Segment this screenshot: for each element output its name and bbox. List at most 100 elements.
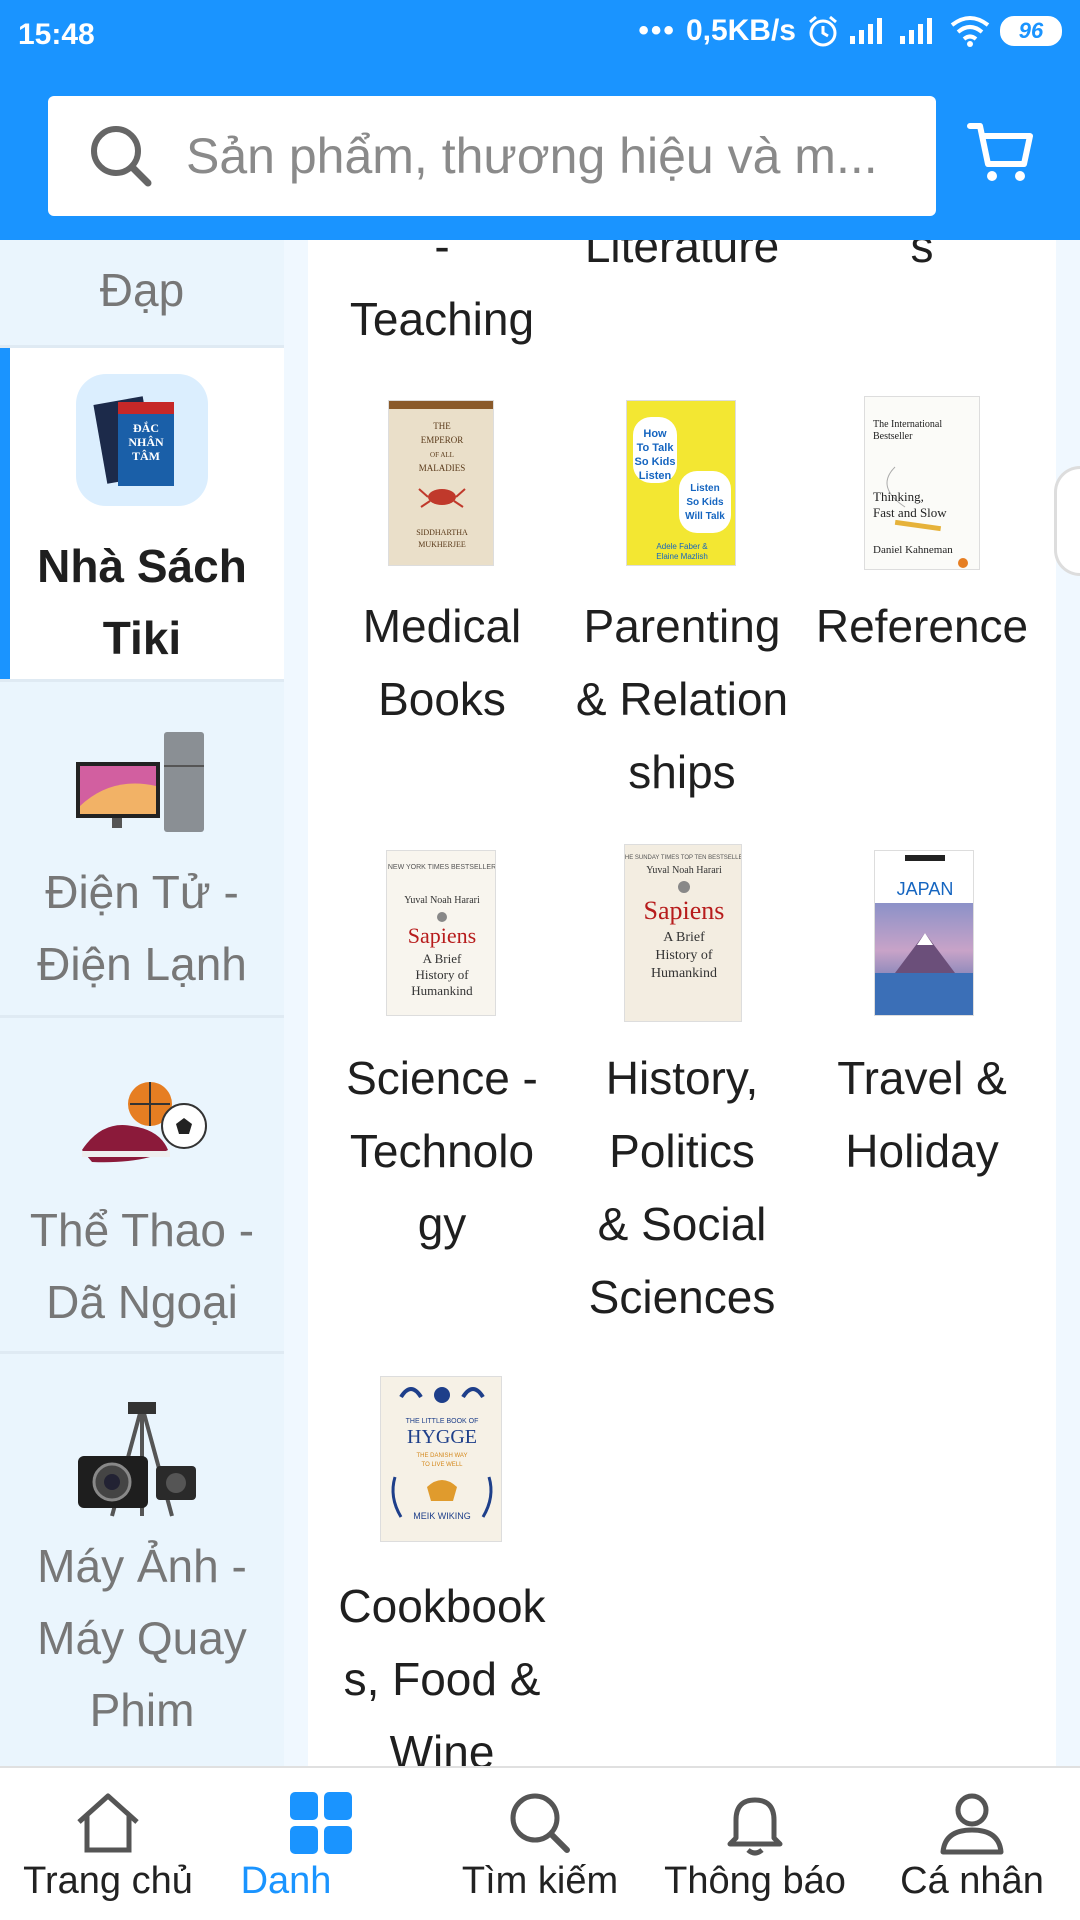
nav-label: Thông báo xyxy=(664,1860,846,1902)
svg-text:TO LIVE WELL: TO LIVE WELL xyxy=(422,1462,464,1468)
book-cover: THE LITTLE BOOK OF HYGGE THE DANISH WAY … xyxy=(380,1376,502,1542)
category-label: s, Food & xyxy=(343,1653,541,1705)
network-speed: 0,5KB/s xyxy=(685,14,796,47)
svg-text:THE DANISH WAY: THE DANISH WAY xyxy=(416,1453,467,1459)
app-header: 15:48 ••• 0,5KB/s 96 Sản phẩm, thương hi… xyxy=(0,0,1080,240)
category-item-teaching[interactable]: - Teaching xyxy=(322,240,562,356)
svg-text:THE LITTLE BOOK OF: THE LITTLE BOOK OF xyxy=(406,1418,479,1425)
nav-item-notifications[interactable]: Thông báo xyxy=(652,1768,858,1920)
book-cover: THE EMPEROR OF ALL MALADIES SIDDHARTHA M… xyxy=(388,400,494,566)
svg-text:SIDDHARTHA: SIDDHARTHA xyxy=(416,528,468,537)
svg-text:JAPAN: JAPAN xyxy=(897,879,954,899)
sidebar-item-the-thao[interactable]: Thể Thao - Dã Ngoại xyxy=(0,1018,284,1354)
search-icon xyxy=(91,126,152,187)
svg-text:The International: The International xyxy=(873,419,942,430)
sapiens-cover-art: NEW YORK TIMES BESTSELLER Yuval Noah Har… xyxy=(388,864,496,998)
category-label: Holiday xyxy=(845,1125,999,1177)
sidebar-item-label: Máy Quay xyxy=(37,1612,247,1664)
svg-text:Elaine Mazlish: Elaine Mazlish xyxy=(656,552,708,561)
svg-text:How: How xyxy=(643,428,667,440)
svg-text:NHÂN: NHÂN xyxy=(128,435,164,449)
sidebar-item-label: Phim xyxy=(89,1684,195,1736)
category-label: - xyxy=(434,240,450,272)
svg-text:Listen: Listen xyxy=(639,470,672,482)
nav-item-profile[interactable]: Cá nhân xyxy=(880,1768,1064,1920)
svg-text:Yuval Noah Harari: Yuval Noah Harari xyxy=(646,865,722,876)
status-icons: ••• 0,5KB/s 96 xyxy=(638,14,1062,48)
scroll-handle[interactable] xyxy=(1054,466,1080,576)
svg-text:Daniel Kahneman: Daniel Kahneman xyxy=(873,544,953,556)
sidebar-item-xe-dap[interactable]: Đạp xyxy=(0,240,284,348)
bottom-navigation: Trang chủ Danh Tìm kiếm Thông báo Cá nhâ… xyxy=(0,1766,1080,1920)
parenting-cover-art: How To Talk So Kids Listen Listen So Kid… xyxy=(633,417,731,561)
category-label: History, xyxy=(605,1052,759,1104)
category-label: Parenting xyxy=(583,600,781,652)
category-label: & Relation xyxy=(575,673,789,725)
category-label: Science - xyxy=(346,1052,538,1104)
category-sidebar[interactable]: Đạp ĐẮC NHÂN TÂM Nhà Sách Tiki Điện Tử -… xyxy=(0,240,284,1766)
sidebar-item-label: Dã Ngoại xyxy=(46,1276,238,1328)
hygge-cover-art: THE LITTLE BOOK OF HYGGE THE DANISH WAY … xyxy=(391,1387,493,1521)
nav-label: Tìm kiếm xyxy=(461,1860,619,1902)
nav-item-search[interactable]: Tìm kiếm xyxy=(440,1768,640,1920)
search-placeholder: Sản phẩm, thương hiệu và m... xyxy=(186,128,878,184)
book-cover: The International Bestseller Thinking, F… xyxy=(864,396,980,570)
nav-label: Trang chủ xyxy=(23,1860,193,1902)
nav-item-home[interactable]: Trang chủ xyxy=(0,1768,216,1920)
svg-text:A Brief: A Brief xyxy=(423,951,462,966)
book-cover: JAPAN xyxy=(874,850,974,1016)
alarm-icon xyxy=(809,15,837,47)
nav-label: Danh xyxy=(240,1860,332,1902)
svg-text:So Kids: So Kids xyxy=(686,497,724,508)
category-label: gy xyxy=(417,1198,467,1250)
category-item-partial[interactable]: s xyxy=(802,240,1042,283)
svg-text:Thinking,: Thinking, xyxy=(873,489,924,504)
svg-text:THE SUNDAY TIMES TOP TEN BESTS: THE SUNDAY TIMES TOP TEN BESTSELLER xyxy=(625,855,742,861)
japan-cover-art: JAPAN xyxy=(875,851,973,1015)
category-label: s xyxy=(910,240,934,272)
svg-text:Fast and Slow: Fast and Slow xyxy=(873,505,947,520)
svg-text:Adele Faber &: Adele Faber & xyxy=(656,542,708,551)
search-icon xyxy=(510,1793,570,1853)
svg-text:THE: THE xyxy=(433,421,451,431)
category-label: Books xyxy=(378,673,506,725)
cell-signal-2-icon xyxy=(900,16,940,46)
svg-text:TÂM: TÂM xyxy=(132,449,160,463)
svg-text:Humankind: Humankind xyxy=(411,983,473,998)
sidebar-item-label: Đạp xyxy=(99,264,185,316)
books-icon: ĐẮC NHÂN TÂM xyxy=(76,374,208,506)
nav-item-category[interactable]: Danh xyxy=(216,1768,356,1920)
svg-text:History of: History of xyxy=(415,967,469,982)
home-icon xyxy=(77,1793,139,1853)
svg-text:Listen: Listen xyxy=(690,483,719,494)
category-browser: Đạp ĐẮC NHÂN TÂM Nhà Sách Tiki Điện Tử -… xyxy=(0,240,1080,1766)
status-bar: 15:48 ••• 0,5KB/s 96 xyxy=(0,0,1080,72)
sidebar-item-nha-sach-tiki[interactable]: ĐẮC NHÂN TÂM Nhà Sách Tiki xyxy=(0,348,284,682)
svg-text:HYGGE: HYGGE xyxy=(407,1426,477,1448)
svg-text:MALADIES: MALADIES xyxy=(419,463,466,473)
cart-icon[interactable] xyxy=(966,118,1036,188)
svg-text:To Talk: To Talk xyxy=(637,442,675,454)
sidebar-item-label: Điện Tử - xyxy=(45,866,239,918)
svg-text:Yuval Noah Harari: Yuval Noah Harari xyxy=(404,895,480,906)
svg-text:NEW YORK TIMES BESTSELLER: NEW YORK TIMES BESTSELLER xyxy=(388,864,496,871)
sidebar-item-may-anh[interactable]: Máy Ảnh - Máy Quay Phim xyxy=(0,1354,284,1766)
sidebar-item-dien-tu[interactable]: Điện Tử - Điện Lạnh xyxy=(0,682,284,1018)
category-item-literature[interactable]: Literature xyxy=(562,240,802,283)
svg-text:So Kids: So Kids xyxy=(635,456,676,468)
category-label: & Social xyxy=(597,1198,767,1250)
category-label: Politics xyxy=(609,1125,755,1177)
search-input[interactable]: Sản phẩm, thương hiệu và m... xyxy=(48,96,936,216)
sidebar-item-label: Nhà Sách xyxy=(37,540,247,592)
svg-text:EMPEROR: EMPEROR xyxy=(421,435,464,445)
sidebar-item-label: Điện Lạnh xyxy=(37,938,247,990)
notification-dots: ••• xyxy=(638,14,676,47)
svg-text:Bestseller: Bestseller xyxy=(873,431,913,442)
book-cover: How To Talk So Kids Listen Listen So Kid… xyxy=(626,400,736,566)
category-label: Literature xyxy=(584,240,780,272)
svg-text:ĐẮC: ĐẮC xyxy=(133,420,159,435)
category-label: Medical xyxy=(362,600,522,652)
wifi-icon xyxy=(950,16,990,47)
svg-text:Sapiens: Sapiens xyxy=(644,896,725,925)
user-icon xyxy=(940,1793,1004,1855)
